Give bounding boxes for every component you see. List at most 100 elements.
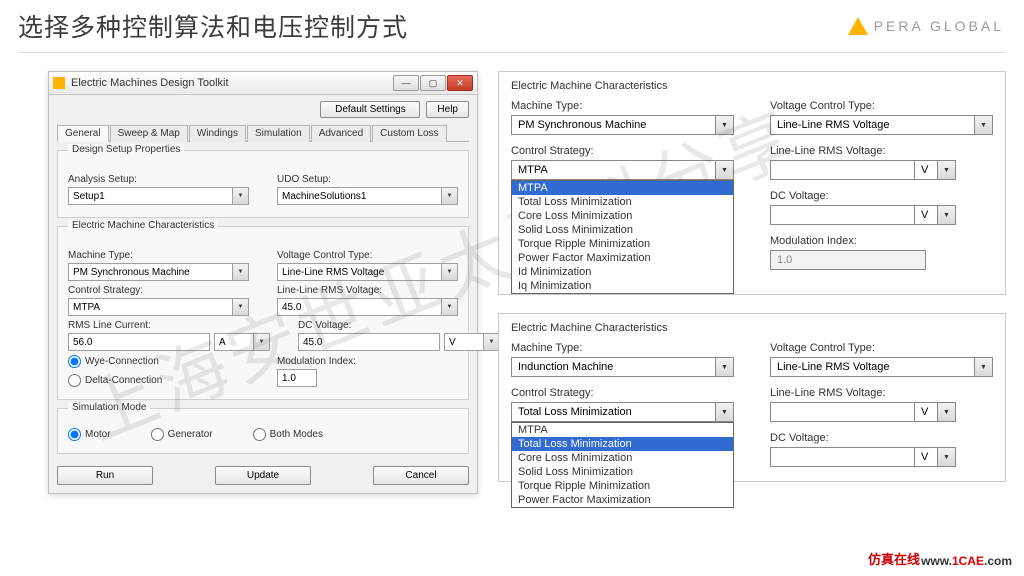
maximize-button[interactable]: ▢ — [420, 75, 446, 91]
default-settings-button[interactable]: Default Settings — [320, 101, 420, 118]
rms-line-current-input[interactable] — [68, 333, 210, 351]
help-button[interactable]: Help — [426, 101, 469, 118]
machine-type-combo[interactable]: ▼ — [68, 263, 249, 281]
dc-voltage-field[interactable] — [770, 205, 910, 225]
wye-radio[interactable]: Wye-Connection — [68, 355, 249, 368]
rms-unit-input[interactable] — [214, 333, 254, 351]
chevron-down-icon[interactable]: ▼ — [716, 160, 734, 180]
voltage-control-type-combo[interactable]: ▼ — [770, 357, 993, 377]
chevron-down-icon[interactable]: ▼ — [233, 298, 249, 316]
generator-radio[interactable]: Generator — [151, 428, 213, 441]
tab-advanced[interactable]: Advanced — [311, 125, 371, 142]
voltage-control-type-input[interactable] — [277, 263, 442, 281]
analysis-setup-input[interactable] — [68, 187, 233, 205]
voltage-control-type-combo[interactable]: ▼ — [770, 115, 993, 135]
machine-type-input[interactable] — [68, 263, 233, 281]
control-strategy-combo[interactable]: ▼ — [68, 298, 249, 316]
cancel-button[interactable]: Cancel — [373, 466, 469, 485]
control-strategy-combo[interactable]: ▼ MTPA Total Loss Minimization Core Loss… — [511, 402, 734, 422]
dc-unit-input[interactable] — [914, 447, 938, 467]
machine-type-combo[interactable]: ▼ — [511, 115, 734, 135]
control-strategy-dropdown[interactable]: MTPA Total Loss Minimization Core Loss M… — [511, 180, 734, 294]
dropdown-item[interactable]: Torque Ripple Minimization — [512, 237, 733, 251]
both-modes-radio[interactable]: Both Modes — [253, 428, 323, 441]
chevron-down-icon[interactable]: ▼ — [975, 357, 993, 377]
chevron-down-icon[interactable]: ▼ — [254, 333, 270, 351]
dropdown-item[interactable]: Solid Loss Minimization — [512, 465, 733, 479]
tab-sweep[interactable]: Sweep & Map — [110, 125, 188, 142]
dc-voltage-input[interactable] — [770, 205, 926, 225]
machine-type-input[interactable] — [511, 115, 716, 135]
update-button[interactable]: Update — [215, 466, 311, 485]
dc-unit-input[interactable] — [914, 205, 938, 225]
window-titlebar[interactable]: Electric Machines Design Toolkit — ▢ ✕ — [49, 72, 477, 95]
dropdown-item[interactable]: Power Factor Maximization — [512, 493, 733, 507]
dropdown-item[interactable]: Solid Loss Minimization — [512, 223, 733, 237]
llrms-voltage-input[interactable] — [277, 298, 442, 316]
chevron-down-icon[interactable]: ▼ — [716, 357, 734, 377]
delta-radio-input[interactable] — [68, 374, 81, 387]
dc-voltage-input[interactable] — [298, 333, 440, 351]
llrms-voltage-field[interactable] — [770, 160, 910, 180]
dropdown-item[interactable]: MTPA — [512, 181, 733, 195]
control-strategy-combo[interactable]: ▼ MTPA Total Loss Minimization Core Loss… — [511, 160, 734, 180]
delta-radio[interactable]: Delta-Connection — [68, 374, 249, 387]
machine-type-combo[interactable]: ▼ — [511, 357, 734, 377]
voltage-control-type-input[interactable] — [770, 115, 975, 135]
chevron-down-icon[interactable]: ▼ — [442, 187, 458, 205]
llrms-unit-combo[interactable]: ▼ — [914, 160, 956, 180]
control-strategy-input[interactable] — [511, 402, 716, 422]
tab-general[interactable]: General — [57, 125, 109, 142]
dropdown-item[interactable]: Id Minimization — [512, 265, 733, 279]
close-button[interactable]: ✕ — [447, 75, 473, 91]
dc-voltage-input[interactable] — [770, 447, 926, 467]
voltage-control-type-combo[interactable]: ▼ — [277, 263, 458, 281]
modulation-index-input[interactable] — [277, 369, 317, 387]
llrms-voltage-combo[interactable]: ▼ — [277, 298, 458, 316]
analysis-setup-combo[interactable]: ▼ — [68, 187, 249, 205]
chevron-down-icon[interactable]: ▼ — [233, 263, 249, 281]
llrms-unit-input[interactable] — [914, 402, 938, 422]
udo-setup-input[interactable] — [277, 187, 442, 205]
tab-customloss[interactable]: Custom Loss — [372, 125, 446, 142]
dropdown-item[interactable]: Core Loss Minimization — [512, 451, 733, 465]
machine-type-input[interactable] — [511, 357, 716, 377]
chevron-down-icon[interactable]: ▼ — [442, 263, 458, 281]
dropdown-item[interactable]: Iq Minimization — [512, 279, 733, 293]
dc-unit-combo[interactable]: ▼ — [914, 447, 956, 467]
chevron-down-icon[interactable]: ▼ — [975, 115, 993, 135]
minimize-button[interactable]: — — [393, 75, 419, 91]
dropdown-item[interactable]: MTPA — [512, 423, 733, 437]
dropdown-item[interactable]: Total Loss Minimization — [512, 195, 733, 209]
chevron-down-icon[interactable]: ▼ — [442, 298, 458, 316]
llrms-voltage-field[interactable] — [770, 402, 910, 422]
voltage-control-type-input[interactable] — [770, 357, 975, 377]
dc-voltage-field[interactable] — [298, 333, 440, 351]
udo-setup-combo[interactable]: ▼ — [277, 187, 458, 205]
chevron-down-icon[interactable]: ▼ — [938, 402, 956, 422]
rms-unit-combo[interactable]: ▼ — [214, 333, 270, 351]
chevron-down-icon[interactable]: ▼ — [233, 187, 249, 205]
llrms-unit-combo[interactable]: ▼ — [914, 402, 956, 422]
dc-unit-combo[interactable]: ▼ — [444, 333, 500, 351]
run-button[interactable]: Run — [57, 466, 153, 485]
chevron-down-icon[interactable]: ▼ — [716, 402, 734, 422]
dc-voltage-field[interactable] — [770, 447, 910, 467]
tab-simulation[interactable]: Simulation — [247, 125, 310, 142]
dropdown-item[interactable]: Total Loss Minimization — [512, 437, 733, 451]
dc-unit-combo[interactable]: ▼ — [914, 205, 956, 225]
llrms-voltage-input[interactable] — [770, 402, 926, 422]
wye-radio-input[interactable] — [68, 355, 81, 368]
dropdown-item[interactable]: Torque Ripple Minimization — [512, 479, 733, 493]
rms-line-current-field[interactable] — [68, 333, 210, 351]
chevron-down-icon[interactable]: ▼ — [938, 160, 956, 180]
control-strategy-input[interactable] — [511, 160, 716, 180]
motor-radio[interactable]: Motor — [68, 428, 111, 441]
motor-radio-input[interactable] — [68, 428, 81, 441]
llrms-unit-input[interactable] — [914, 160, 938, 180]
both-radio-input[interactable] — [253, 428, 266, 441]
modulation-index-field[interactable] — [277, 369, 458, 387]
llrms-voltage-input[interactable] — [770, 160, 926, 180]
control-strategy-input[interactable] — [68, 298, 233, 316]
chevron-down-icon[interactable]: ▼ — [938, 447, 956, 467]
